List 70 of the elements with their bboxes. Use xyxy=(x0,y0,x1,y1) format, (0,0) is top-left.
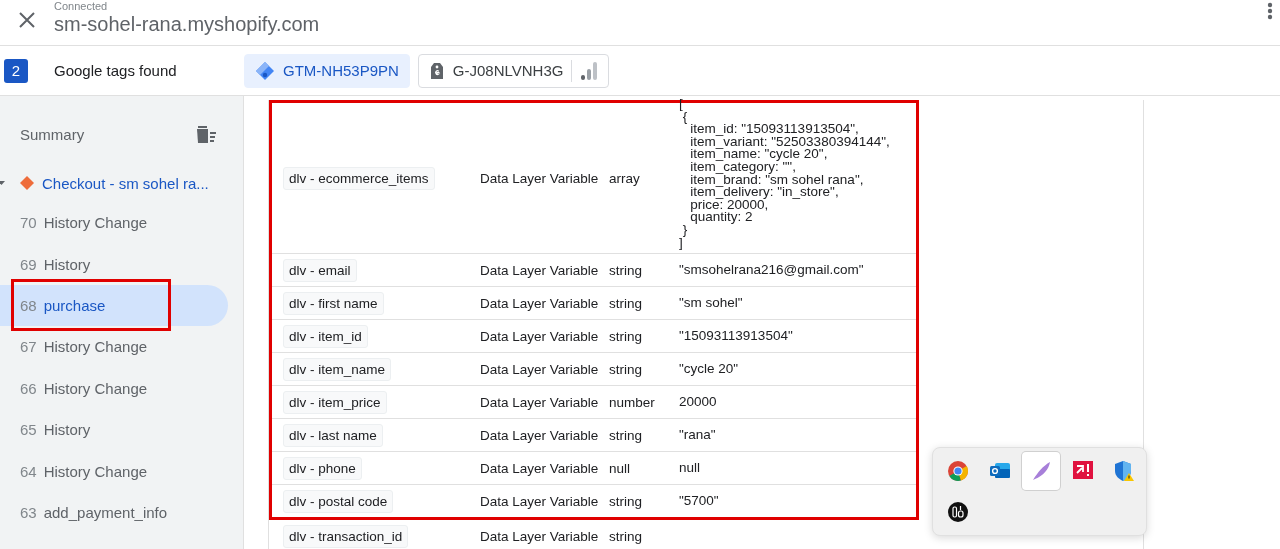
highlight-box: 68 purchase xyxy=(14,282,168,329)
close-icon xyxy=(18,10,36,29)
variable-type-cell-text: Data Layer Variable xyxy=(480,460,600,476)
variable-name-chip: dlv - phone xyxy=(283,456,362,480)
variable-type-cell-text: Data Layer Variable xyxy=(480,493,600,509)
variable-name-chip: dlv - postal code xyxy=(283,489,394,513)
event-list-item[interactable]: 63 add_payment_info xyxy=(0,491,228,534)
tag-tab[interactable]: GTM-NH53P9PN xyxy=(244,53,410,88)
tag-tab[interactable]: G-J08NLVNH3G xyxy=(417,53,610,88)
variable-name-chip: dlv - email xyxy=(283,258,357,282)
variable-name-chip: dlv - item_name xyxy=(283,357,392,381)
event-list-item[interactable]: 70 History Change xyxy=(0,202,228,244)
tag-icon xyxy=(428,60,445,81)
variable-type-cell-text: Data Layer Variable xyxy=(480,262,600,278)
more-menu-button[interactable] xyxy=(1267,2,1273,20)
delete-list-icon xyxy=(196,124,217,144)
variable-type-cell-text: Data Layer Variable xyxy=(480,295,600,311)
site-title: sm-sohel-rana.myshopify.com xyxy=(54,12,320,36)
data-type-cell-text: string xyxy=(609,328,643,344)
event-list-item[interactable]: 67 History Change xyxy=(0,326,228,368)
data-type-cell-text: string xyxy=(609,493,643,509)
feather-icon xyxy=(1030,460,1052,482)
variable-value-cell-text: [ { item_id: "15093113913504", item_variant: "52503380394144", item_name: "cycle 20", item_category: "", item_brand: "sm sohel rana", item_delivery: "in_store", price: 20000, quantity: 2 } ] xyxy=(679,98,890,252)
data-type-cell-text: array xyxy=(609,170,641,186)
variable-type-cell-text: Data Layer Variable xyxy=(480,394,600,410)
connection-status: Connected xyxy=(54,1,109,12)
variable-value-cell: "rana" xyxy=(679,428,716,442)
variable-name-chip: dlv - transaction_id xyxy=(283,524,409,548)
data-type-cell-text: string xyxy=(609,427,643,443)
shield-warning-icon xyxy=(1113,460,1135,482)
diamond-icon xyxy=(20,176,34,190)
browser-icon xyxy=(947,460,969,482)
data-type-cell-text: string xyxy=(609,528,643,544)
variable-type-cell-text: Data Layer Variable xyxy=(480,361,600,377)
event-list-item[interactable]: 66 History Change xyxy=(0,367,228,409)
variable-name-chip: dlv - last name xyxy=(283,423,383,447)
variable-name-chip: dlv - first name xyxy=(283,291,384,315)
variable-name-chip: dlv - item_price xyxy=(283,390,387,414)
analytics-bars-icon xyxy=(580,60,599,81)
clear-list-button[interactable] xyxy=(196,124,217,144)
event-list-item[interactable]: 69 History xyxy=(0,243,228,285)
more-menu-icon xyxy=(1267,2,1273,20)
data-type-cell-text: string xyxy=(609,295,643,311)
variable-type-cell-text: Data Layer Variable xyxy=(480,427,600,443)
circle-app-icon xyxy=(947,501,969,523)
event-list-item[interactable]: 64 History Change xyxy=(0,450,228,492)
variable-value-cell: 20000 xyxy=(679,395,717,409)
container-event-item[interactable]: Checkout - sm sohel ra... xyxy=(42,174,209,192)
event-list-item[interactable]: 65 History xyxy=(0,408,228,451)
variable-value-cell: null xyxy=(679,461,700,475)
tags-found-label: Google tags found xyxy=(54,62,178,79)
variable-type-cell-text: Data Layer Variable xyxy=(480,528,600,544)
data-type-cell-text: number xyxy=(609,394,656,410)
tag-count-badge: 2 xyxy=(4,58,28,83)
variable-value-cell: "sm sohel" xyxy=(679,296,743,310)
variable-type-cell-text: Data Layer Variable xyxy=(480,328,600,344)
data-type-cell-text: null xyxy=(609,460,631,476)
variable-value-cell: "15093113913504" xyxy=(679,329,793,343)
variable-value-cell: "smsohelrana216@gmail.com" xyxy=(679,263,864,277)
diamond-tag-icon xyxy=(255,60,275,81)
alert-app-icon xyxy=(1071,460,1094,482)
data-type-cell-text: string xyxy=(609,361,643,377)
variable-name-chip: dlv - ecommerce_items xyxy=(283,166,435,190)
summary-label: Summary xyxy=(20,125,85,143)
variable-name-chip: dlv - item_id xyxy=(283,324,368,348)
variable-value-cell: "cycle 20" xyxy=(679,362,739,376)
variable-type-cell-text: Data Layer Variable xyxy=(480,170,600,186)
data-type-cell-text: string xyxy=(609,262,643,278)
close-button[interactable] xyxy=(18,10,36,29)
variable-value-cell: "5700" xyxy=(679,494,719,508)
